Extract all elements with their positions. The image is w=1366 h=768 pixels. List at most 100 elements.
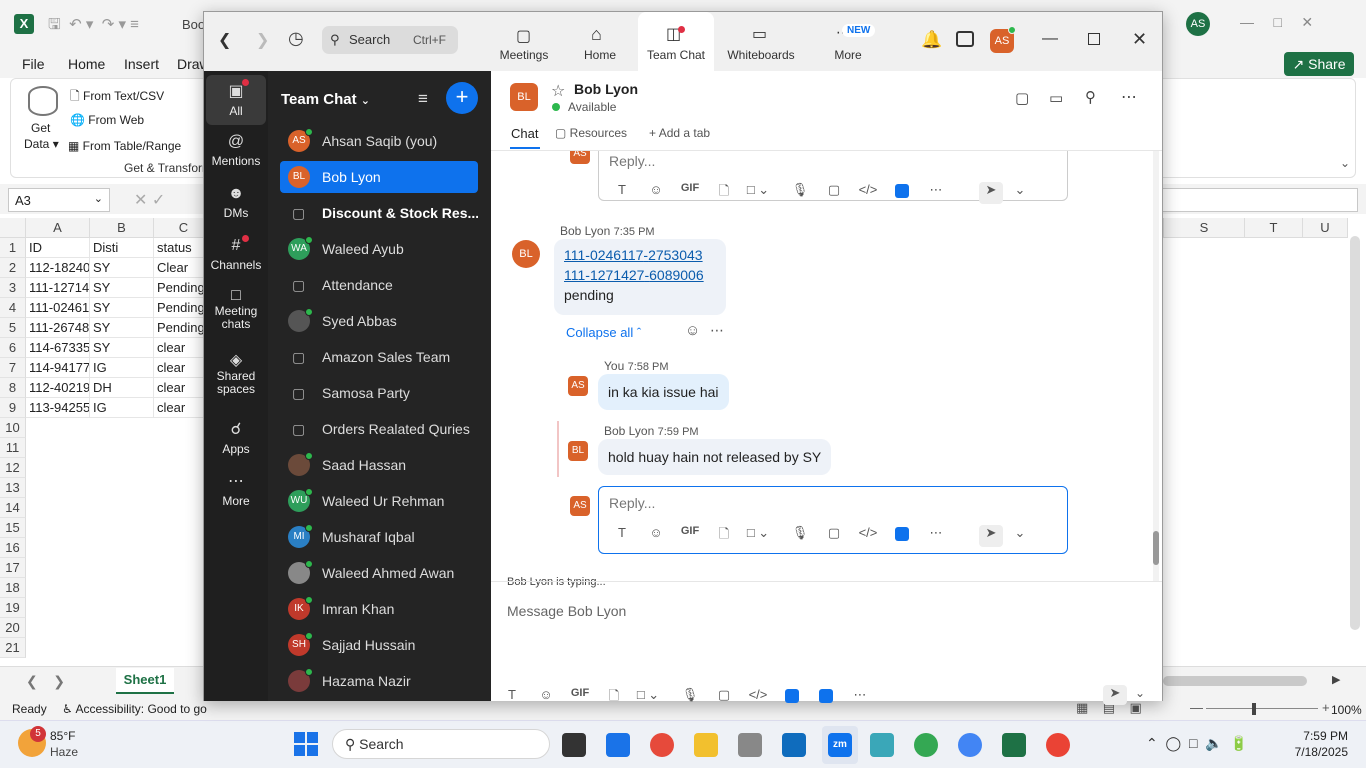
clock-date[interactable]: 7/18/2025 [1282,745,1348,759]
from-text-csv-button[interactable]: 🗋 From Text/CSV [70,87,164,108]
channel-item[interactable]: MI Musharaf Iqbal [280,521,478,553]
cell[interactable]: ID [26,238,90,258]
rail-shared-spaces[interactable]: ◈ Shared spaces [204,353,268,396]
star-icon[interactable]: ☆ [551,81,565,101]
gif-icon[interactable]: GIF [673,525,707,547]
emoji-icon[interactable]: ☺ [529,687,563,709]
reply-1-bubble[interactable]: in ka kia issue hai [598,374,729,410]
chrome-profile-2-icon[interactable] [958,733,982,757]
file-icon[interactable]: 🗋 [597,687,631,709]
ribbon-collapse-icon[interactable]: ⌄ [1340,156,1350,170]
tray-icons[interactable]: ⌃ ◯ □ 🔈 🔋 [1146,735,1248,752]
message-input[interactable]: Message Bob Lyon [507,603,626,619]
row-header[interactable]: 12 [0,458,26,478]
gif-icon[interactable]: GIF [563,687,597,709]
message-more-icon[interactable]: ⋯ [710,322,724,339]
calendar-icon[interactable] [956,31,974,47]
taskbar-search[interactable]: ⚲ Search [332,729,550,759]
weather-temp[interactable]: 85°F [50,729,75,743]
tab-chat[interactable]: Chat [511,126,538,141]
row-header[interactable]: 13 [0,478,26,498]
chrome-icon[interactable] [650,733,674,757]
zoom-percent[interactable]: 100% [1331,703,1362,717]
get-data-button[interactable]: Data ▾ [24,137,59,151]
excel-window-controls[interactable]: — □ ✕ [1240,14,1313,31]
code-icon[interactable]: </> [851,182,885,204]
col-header-t[interactable]: T [1245,218,1303,238]
cell[interactable]: IG [90,358,154,378]
search-icon[interactable]: ⚲ [1085,88,1096,106]
send-options-icon[interactable]: ⌄ [1003,525,1037,547]
format-icon[interactable]: T [495,687,529,709]
excel-taskbar-icon[interactable] [1002,733,1026,757]
row-header[interactable]: 16 [0,538,26,558]
zoom-slider[interactable] [1206,708,1318,709]
sheet-nav-arrows-icon[interactable]: ❮ ❯ [26,673,65,690]
zoom-app-icon[interactable]: zm [828,733,852,757]
format-icon[interactable]: T [605,525,639,547]
row-header[interactable]: 18 [0,578,26,598]
more-dots-icon[interactable]: ⋯ [919,182,953,204]
rail-dms[interactable]: ☻ DMs [204,185,268,220]
maximize-icon[interactable] [1088,33,1100,45]
tab-add[interactable]: + Add a tab [649,126,710,140]
channel-item[interactable]: ▢ Samosa Party [280,377,478,409]
channel-item[interactable]: WU Waleed Ur Rehman [280,485,478,517]
channel-item[interactable]: Hazama Nazir [280,665,478,697]
send-icon[interactable]: ➤ [979,182,1003,204]
channel-item[interactable]: Saad Hassan [280,449,478,481]
app-icon-2[interactable] [809,687,843,709]
row-header[interactable]: 11 [0,438,26,458]
cell[interactable]: SY [90,298,154,318]
collapse-all-button[interactable]: Collapse all ˆ [566,325,641,340]
format-icon[interactable]: T [605,182,639,204]
col-header-a[interactable]: A [26,218,90,238]
reply-2-avatar[interactable]: BL [568,441,588,461]
nav-more[interactable]: ⋯More [810,12,886,71]
row-header[interactable]: 17 [0,558,26,578]
cell[interactable]: 111-12714 [26,278,90,298]
app-icon[interactable] [775,687,809,709]
name-box[interactable]: A3 ⌄ [8,188,110,212]
cell[interactable]: SY [90,258,154,278]
cell[interactable]: 114-67335 [26,338,90,358]
cell[interactable]: DH [90,378,154,398]
rail-meeting-chats[interactable]: □ Meeting chats [204,288,268,331]
channel-item[interactable]: IK Imran Khan [280,593,478,625]
top-reply-placeholder[interactable]: Reply... [609,153,655,169]
clock-time[interactable]: 7:59 PM [1290,729,1348,743]
close-icon[interactable]: ✕ [1132,29,1147,50]
code-icon[interactable]: </> [741,687,775,709]
zoom-out-icon[interactable]: — [1190,700,1203,715]
channel-item[interactable]: BL Bob Lyon [280,161,478,193]
more-dots-icon[interactable]: ⋯ [919,525,953,547]
channel-item[interactable]: SH Sajjad Hussain [280,629,478,661]
video-message-icon[interactable]: ▢ [817,525,851,547]
cell[interactable]: IG [90,398,154,418]
rail-mentions[interactable]: @ Mentions [204,133,268,168]
windows-start-icon[interactable] [294,732,318,756]
row-header[interactable]: 21 [0,638,26,658]
row-header[interactable]: 7 [0,358,26,378]
cell[interactable]: SY [90,318,154,338]
cell[interactable]: Disti [90,238,154,258]
row-header[interactable]: 20 [0,618,26,638]
channel-item[interactable]: ▢ Orders Realated Quries [280,413,478,445]
cell[interactable]: SY [90,278,154,298]
cell[interactable]: 111-02461 [26,298,90,318]
row-header[interactable]: 19 [0,598,26,618]
excel-user-avatar[interactable]: AS [1186,12,1210,36]
formula-cancel-icon[interactable]: ✕ ✓ [134,190,165,210]
menu-file[interactable]: File [22,56,45,72]
order-link-1[interactable]: 111-0246117-2753043 [564,245,716,265]
row-header[interactable]: 6 [0,338,26,358]
from-table-button[interactable]: ▦ From Table/Range [68,139,181,153]
row-header[interactable]: 10 [0,418,26,438]
screenshot-icon[interactable]: □ ⌄ [631,687,665,709]
file-explorer-icon[interactable] [694,733,718,757]
cell[interactable]: SY [90,338,154,358]
app-icon-teal[interactable] [870,733,894,757]
file-icon[interactable]: 🗋 [707,525,741,547]
menu-insert[interactable]: Insert [124,56,159,72]
cell[interactable]: 111-26748 [26,318,90,338]
